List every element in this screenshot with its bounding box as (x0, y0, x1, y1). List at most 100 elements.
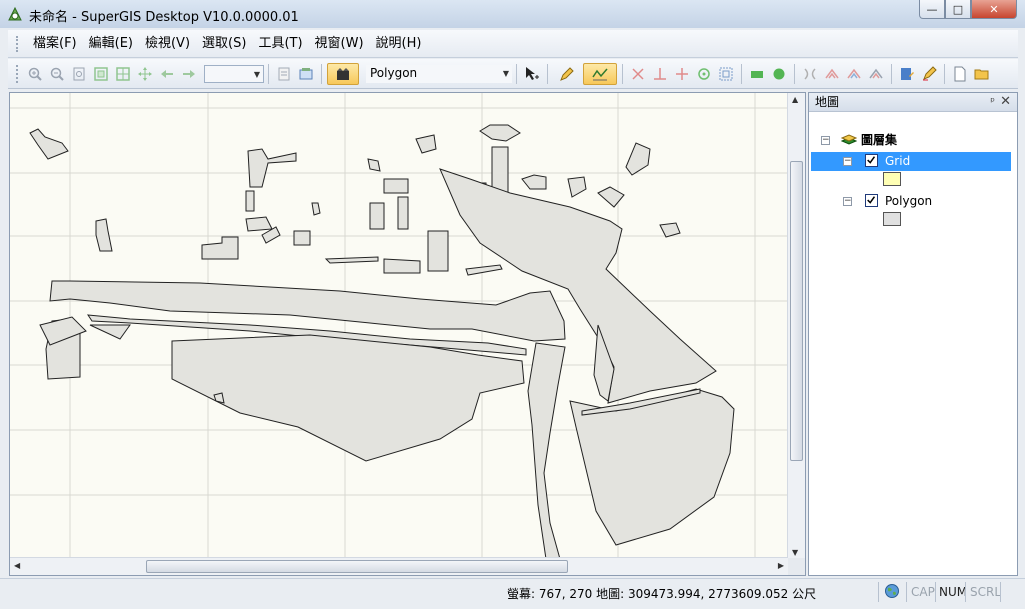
menu-file[interactable]: 檔案(F) (27, 30, 83, 58)
polygon-feature (567, 176, 587, 198)
zoom-layer-icon[interactable] (113, 64, 133, 84)
close-button[interactable]: ✕ (971, 0, 1017, 19)
vertical-scroll-thumb[interactable] (790, 161, 803, 461)
cross-icon[interactable] (672, 64, 692, 84)
menu-window[interactable]: 視窗(W) (309, 30, 370, 58)
delete-vertex-icon[interactable] (628, 64, 648, 84)
polygon-feature (89, 324, 131, 340)
open-file-icon[interactable] (972, 64, 992, 84)
status-separator (1000, 582, 1001, 602)
snap-icon[interactable] (583, 62, 617, 85)
attribute-icon[interactable] (919, 64, 939, 84)
layer-icon[interactable] (296, 64, 316, 84)
identify-icon[interactable] (274, 64, 294, 84)
polygon-feature (171, 334, 525, 462)
collapse-polygon-icon[interactable]: − (843, 197, 852, 206)
menu-help[interactable]: 說明(H) (370, 30, 428, 58)
scroll-corner (788, 558, 805, 575)
perpendicular-icon[interactable] (650, 64, 670, 84)
forward-extent-icon[interactable] (179, 64, 199, 84)
union-icon[interactable] (844, 64, 864, 84)
status-separator (935, 582, 936, 602)
polygon-feature (245, 216, 273, 232)
map-view[interactable]: ▲ ▼ ◀ ▶ (9, 92, 806, 576)
status-separator (878, 582, 879, 602)
toolbar-grip[interactable] (16, 64, 20, 83)
editor-icon[interactable] (327, 62, 359, 85)
polygon-layer (29, 124, 735, 559)
title-bar[interactable]: 未命名 - SuperGIS Desktop V10.0.0000.01 — □… (0, 0, 1025, 28)
horizontal-scrollbar[interactable]: ◀ ▶ (10, 557, 788, 575)
polygon-feature (383, 258, 421, 274)
vertical-scrollbar[interactable]: ▲ ▼ (787, 93, 805, 559)
fixed-zoom-icon[interactable] (69, 64, 89, 84)
collapse-root-icon[interactable]: − (821, 136, 830, 145)
toolbar-separator (321, 63, 322, 84)
scroll-right-icon[interactable]: ▶ (778, 561, 784, 570)
window-controls: — □ ✕ (919, 0, 1017, 20)
collapse-grid-icon[interactable]: − (843, 157, 852, 166)
target-layer-select[interactable]: Polygon ▼ (366, 64, 512, 83)
polygon-feature (367, 158, 381, 172)
grid-visibility-checkbox[interactable] (865, 154, 878, 167)
panel-header: 地圖 ᵖ ✕ (809, 93, 1017, 112)
rectangle-icon[interactable] (747, 64, 767, 84)
full-extent-icon[interactable] (91, 64, 111, 84)
zoom-out-icon[interactable] (47, 64, 67, 84)
menu-grip[interactable] (16, 35, 21, 52)
layer-label-grid[interactable]: Grid (885, 152, 910, 170)
toolbar-separator (741, 63, 742, 84)
polygon-feature (324, 256, 379, 264)
scroll-up-icon[interactable]: ▲ (792, 95, 798, 104)
maximize-button[interactable]: □ (945, 0, 971, 19)
scale-combo[interactable]: ▼ (204, 64, 264, 83)
polygon-feature (247, 148, 297, 188)
panel-close-icon[interactable]: ✕ (1000, 93, 1011, 111)
toolbar-separator (516, 63, 517, 84)
menu-tools[interactable]: 工具(T) (252, 30, 308, 58)
polygon-feature (213, 392, 225, 404)
polygon-symbol-swatch[interactable] (883, 212, 901, 226)
polygon-feature (397, 196, 409, 230)
zoom-in-icon[interactable] (25, 64, 45, 84)
minimize-button[interactable]: — (919, 0, 945, 19)
map-canvas[interactable] (10, 93, 788, 559)
toolbar-separator (794, 63, 795, 84)
horizontal-scroll-thumb[interactable] (146, 560, 568, 573)
menu-bar: 檔案(F) 編輯(E) 檢視(V) 選取(S) 工具(T) 視窗(W) 說明(H… (8, 30, 1018, 58)
grid-symbol-swatch[interactable] (883, 172, 901, 186)
layer-label-polygon[interactable]: Polygon (885, 192, 932, 210)
caps-lock-indicator: CAP (911, 585, 935, 599)
status-bar: 螢幕: 767, 270 地圖: 309473.994, 2773609.052… (0, 578, 1025, 609)
polygon-visibility-checkbox[interactable] (865, 194, 878, 207)
intersect-icon[interactable] (866, 64, 886, 84)
menu-select[interactable]: 選取(S) (196, 30, 252, 58)
layer-set-icon (841, 134, 857, 145)
merge-icon[interactable] (822, 64, 842, 84)
scale-icon[interactable] (716, 64, 736, 84)
back-extent-icon[interactable] (157, 64, 177, 84)
circle-icon[interactable] (769, 64, 789, 84)
layer-set-label[interactable]: 圖層集 (861, 131, 897, 149)
layer-row-grid[interactable] (811, 152, 1011, 171)
rotate-icon[interactable] (694, 64, 714, 84)
select-feature-icon[interactable] (522, 64, 542, 84)
scroll-lock-indicator: SCRL (970, 585, 1002, 599)
window-title: 未命名 - SuperGIS Desktop V10.0.0000.01 (29, 10, 299, 25)
panel-title: 地圖 (815, 95, 840, 109)
polygon-feature (95, 218, 113, 252)
polygon-feature (597, 186, 625, 208)
scroll-down-icon[interactable]: ▼ (792, 548, 798, 557)
new-file-icon[interactable] (950, 64, 970, 84)
pin-icon[interactable]: ᵖ (990, 93, 995, 111)
menu-edit[interactable]: 編輯(E) (83, 30, 139, 58)
scroll-left-icon[interactable]: ◀ (14, 561, 20, 570)
target-layer-value: Polygon (370, 65, 418, 80)
polygon-feature (465, 264, 503, 276)
save-edits-icon[interactable] (897, 64, 917, 84)
menu-view[interactable]: 檢視(V) (139, 30, 196, 58)
pan-icon[interactable] (135, 64, 155, 84)
split-icon[interactable] (800, 64, 820, 84)
toolbar-separator (622, 63, 623, 84)
pencil-icon[interactable] (553, 64, 581, 84)
